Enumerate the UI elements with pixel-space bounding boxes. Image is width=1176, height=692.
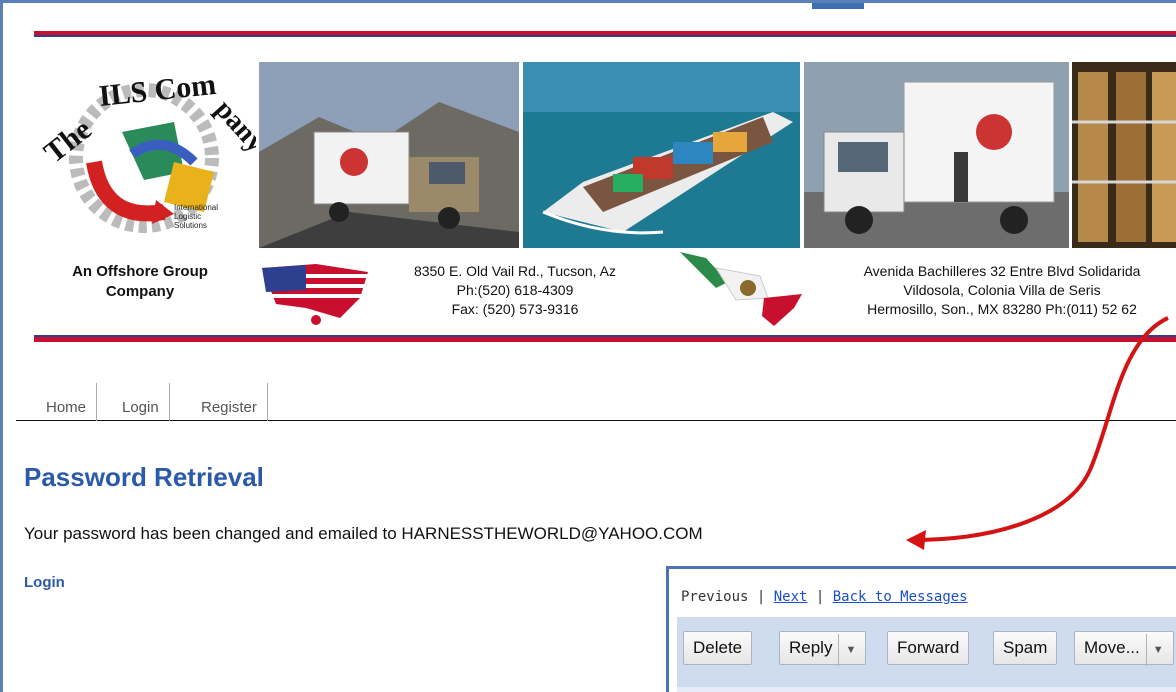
login-link[interactable]: Login	[24, 574, 65, 591]
reply-button-label: Reply	[789, 638, 833, 657]
confirmation-message: Your password has been changed and email…	[24, 524, 703, 543]
move-button-label: Move...	[1084, 638, 1140, 657]
move-button[interactable]: Move... ▼	[1074, 631, 1174, 666]
email-client-inset: Previous | Next | Back to Messages Delet…	[666, 566, 1176, 692]
svg-text:Logistic: Logistic	[174, 212, 201, 221]
us-address-fax: Fax: (520) 573-9316	[451, 301, 579, 317]
mail-next-link[interactable]: Next	[774, 589, 808, 605]
mx-address-line3: Hermosillo, Son., MX 83280 Ph:(011) 52 6…	[867, 301, 1137, 317]
company-logo: The ILS Com pany International Logistic …	[34, 62, 271, 252]
page-title: Password Retrieval	[24, 462, 264, 492]
chevron-down-icon[interactable]: ▼	[1145, 634, 1164, 666]
company-tagline: An Offshore Group Company	[72, 263, 208, 300]
header-bottom-rule	[34, 335, 1176, 342]
truck-on-road-photo	[259, 62, 519, 248]
mexico-flag-map	[676, 248, 806, 330]
mx-address: Avenida Bachilleres 32 Entre Blvd Solida…	[802, 262, 1176, 319]
header-top-rule	[34, 31, 1176, 37]
chevron-down-icon[interactable]: ▼	[838, 634, 856, 666]
nav-register[interactable]: Register	[191, 383, 268, 421]
mx-address-line1: Avenida Bachilleres 32 Entre Blvd Solida…	[863, 263, 1141, 279]
window-tab-marker	[812, 3, 864, 9]
top-nav: Home Login Register	[16, 383, 1176, 421]
nav-home[interactable]: Home	[46, 383, 98, 421]
cargo-ship-photo	[523, 62, 800, 248]
svg-text:Solutions: Solutions	[174, 221, 207, 230]
us-address-phone: Ph:(520) 618-4309	[456, 282, 574, 298]
svg-text:International: International	[174, 203, 218, 212]
delete-button[interactable]: Delete	[683, 631, 753, 665]
us-flag-map	[256, 258, 374, 330]
reply-button[interactable]: Reply ▼	[779, 631, 867, 666]
us-address: 8350 E. Old Vail Rd., Tucson, Az Ph:(520…	[392, 262, 638, 319]
spam-button[interactable]: Spam	[993, 631, 1058, 665]
mail-message-nav: Previous | Next | Back to Messages	[681, 589, 968, 605]
mail-header-strip	[677, 687, 1176, 692]
mail-toolbar: Delete Reply ▼ Forward Spam Move... ▼	[677, 617, 1176, 691]
mail-back-link[interactable]: Back to Messages	[833, 589, 968, 605]
mail-previous: Previous	[681, 589, 749, 605]
box-truck-photo	[804, 62, 1069, 248]
us-address-line1: 8350 E. Old Vail Rd., Tucson, Az	[413, 263, 617, 279]
forward-button[interactable]: Forward	[887, 631, 970, 665]
nav-login[interactable]: Login	[112, 383, 170, 421]
warehouse-photo	[1072, 62, 1176, 248]
svg-text:ILS Com: ILS Com	[97, 68, 217, 113]
mx-address-line2: Vildosola, Colonia Villa de Seris	[903, 282, 1101, 298]
